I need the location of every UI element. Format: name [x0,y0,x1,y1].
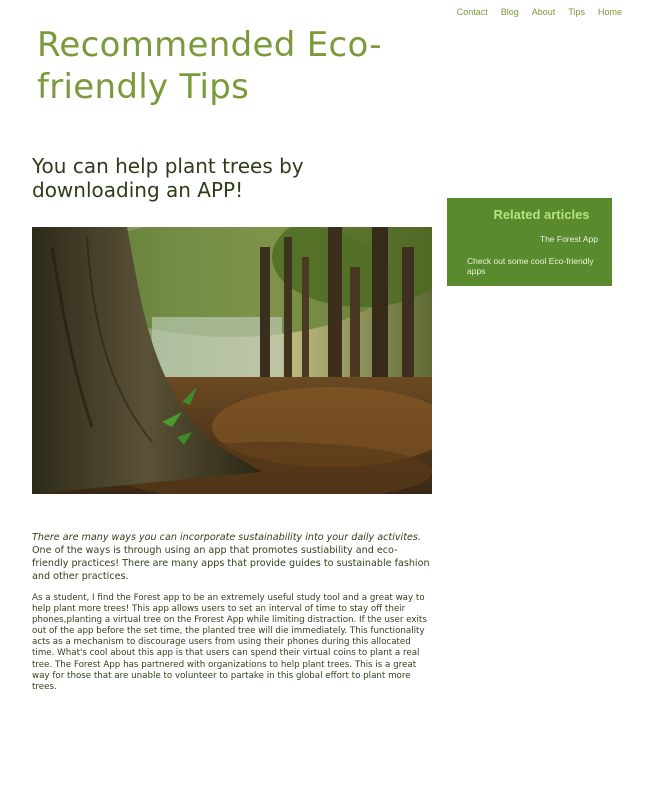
related-link-eco-apps[interactable]: Check out some cool Eco-friendly apps [467,256,602,277]
top-navigation: Contact Blog About Tips Home [444,7,622,17]
intro-paragraph: There are many ways you can incorporate … [32,531,432,583]
hero-image [32,227,432,494]
forest-photo-icon [32,227,432,494]
intro-text: One of the ways is through using an app … [32,545,430,582]
nav-link-about[interactable]: About [532,7,556,17]
page: Contact Blog About Tips Home Recommended… [0,0,660,792]
article-heading: You can help plant trees by downloading … [32,154,304,202]
site-title: Recommended Eco-friendly Tips [37,25,382,107]
related-articles-box: Related articles The Forest App Check ou… [447,198,612,286]
nav-link-blog[interactable]: Blog [501,7,519,17]
nav-link-contact[interactable]: Contact [457,7,488,17]
nav-link-tips[interactable]: Tips [568,7,585,17]
related-articles-title: Related articles [493,207,590,222]
nav-link-home[interactable]: Home [598,7,622,17]
body-paragraph: As a student, I find the Forest app to b… [32,593,427,692]
intro-italic-text: There are many ways you can incorporate … [32,532,421,543]
related-link-forest-app[interactable]: The Forest App [467,234,602,245]
